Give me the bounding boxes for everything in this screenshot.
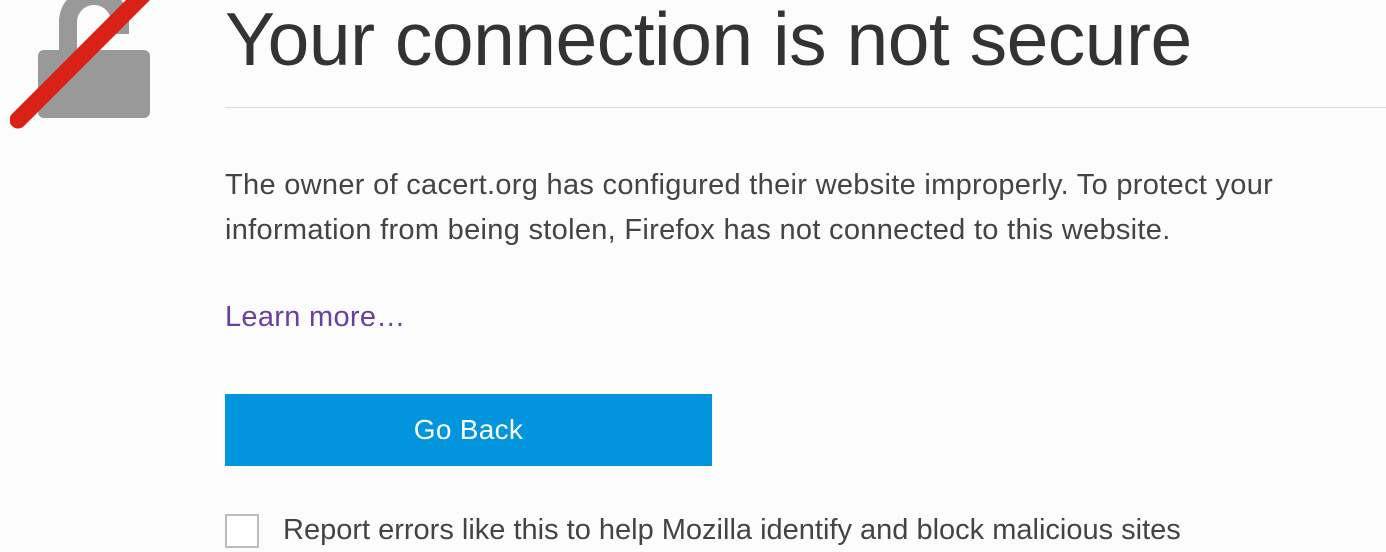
report-label: Report errors like this to help Mozilla … <box>283 514 1181 547</box>
go-back-button[interactable]: Go Back <box>225 394 712 466</box>
page-title: Your connection is not secure <box>225 0 1386 108</box>
learn-more-link[interactable]: Learn more… <box>225 301 406 334</box>
insecure-lock-icon <box>10 0 170 130</box>
report-checkbox[interactable] <box>225 514 259 548</box>
error-description: The owner of cacert.org has configured t… <box>225 163 1386 253</box>
